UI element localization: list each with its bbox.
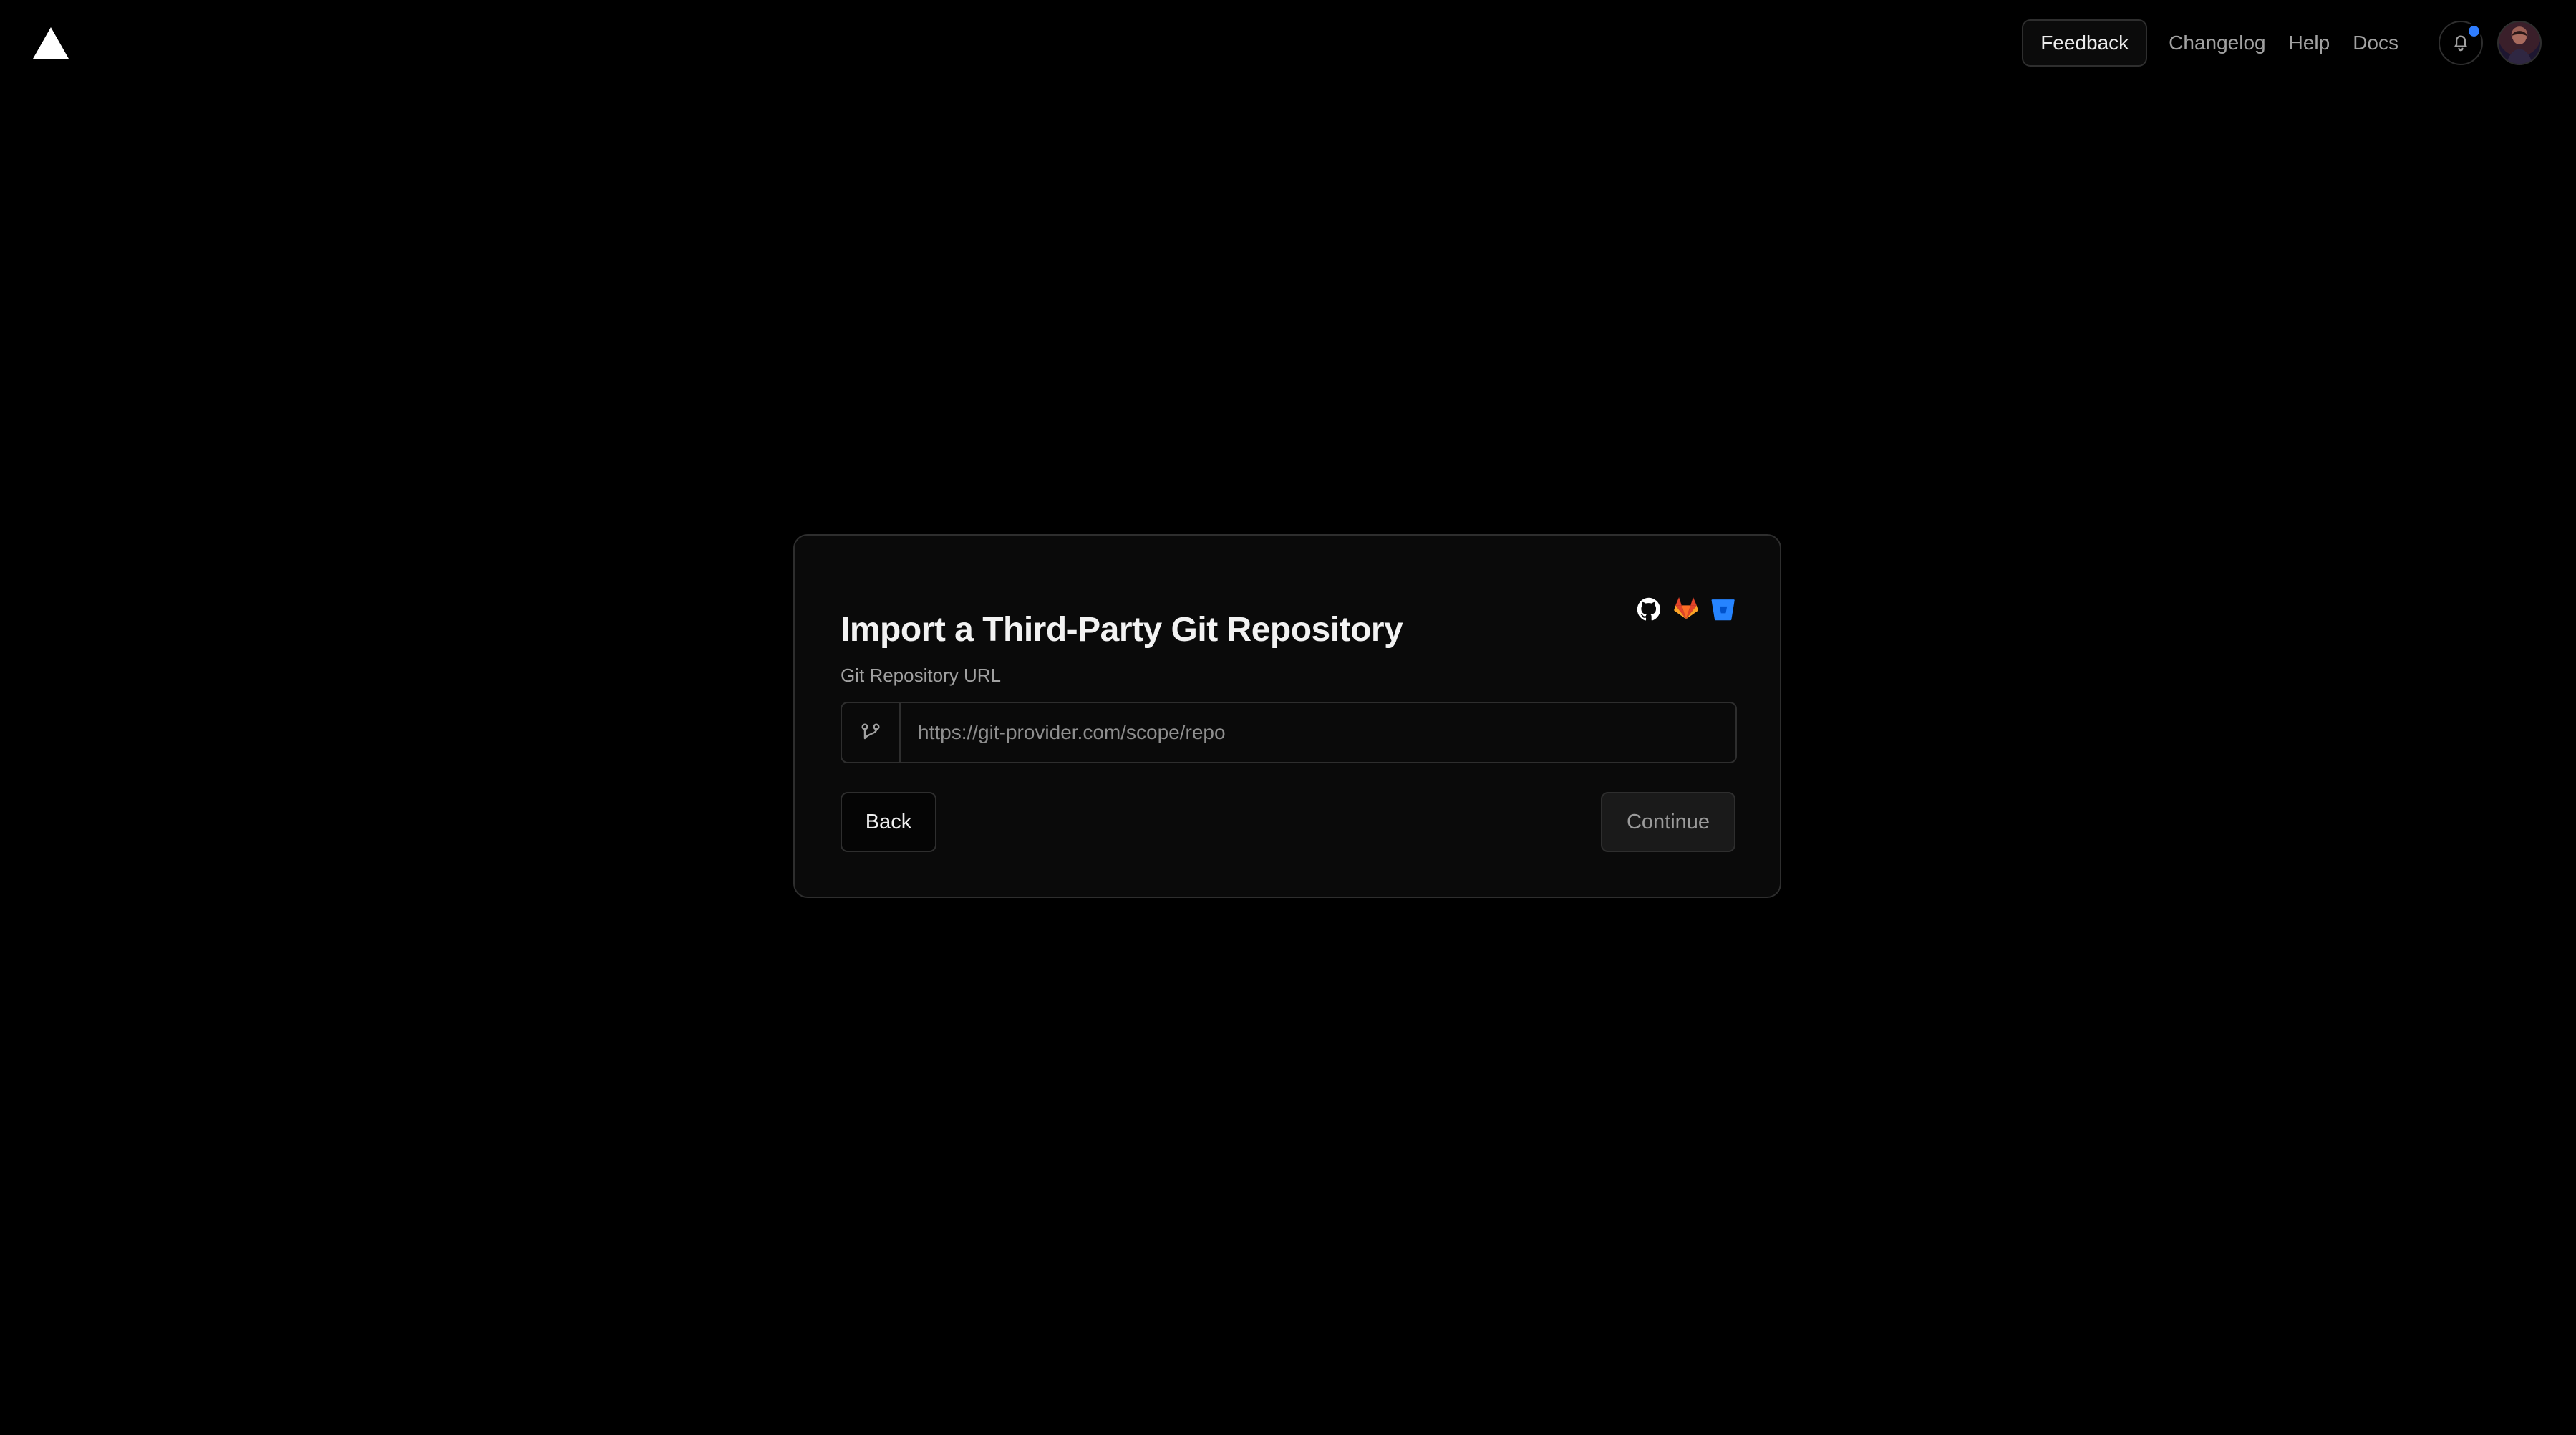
git-repository-url-input[interactable]: [901, 703, 1735, 762]
page-title: Import a Third-Party Git Repository: [841, 611, 1403, 649]
git-repository-url-field[interactable]: [841, 702, 1737, 763]
header-actions: Feedback Changelog Help Docs: [2022, 19, 2542, 67]
help-link[interactable]: Help: [2289, 32, 2330, 54]
import-repository-card: Import a Third-Party Git Repository Git …: [793, 534, 1781, 898]
github-icon: [1637, 597, 1661, 622]
bitbucket-icon: [1711, 597, 1735, 622]
user-avatar[interactable]: [2497, 21, 2542, 65]
continue-button[interactable]: Continue: [1601, 792, 1735, 852]
git-provider-icons: [1637, 597, 1735, 622]
git-repository-url-label: Git Repository URL: [841, 665, 1001, 686]
git-branch-icon: [842, 703, 901, 762]
docs-link[interactable]: Docs: [2353, 32, 2398, 54]
back-button[interactable]: Back: [841, 792, 936, 852]
top-navigation: Feedback Changelog Help Docs: [0, 0, 2576, 86]
changelog-link[interactable]: Changelog: [2169, 32, 2265, 54]
feedback-button[interactable]: Feedback: [2022, 19, 2148, 67]
notifications-button[interactable]: [2439, 21, 2483, 65]
notification-indicator: [2466, 24, 2481, 39]
gitlab-icon: [1674, 597, 1698, 622]
vercel-logo-icon[interactable]: [33, 27, 69, 59]
